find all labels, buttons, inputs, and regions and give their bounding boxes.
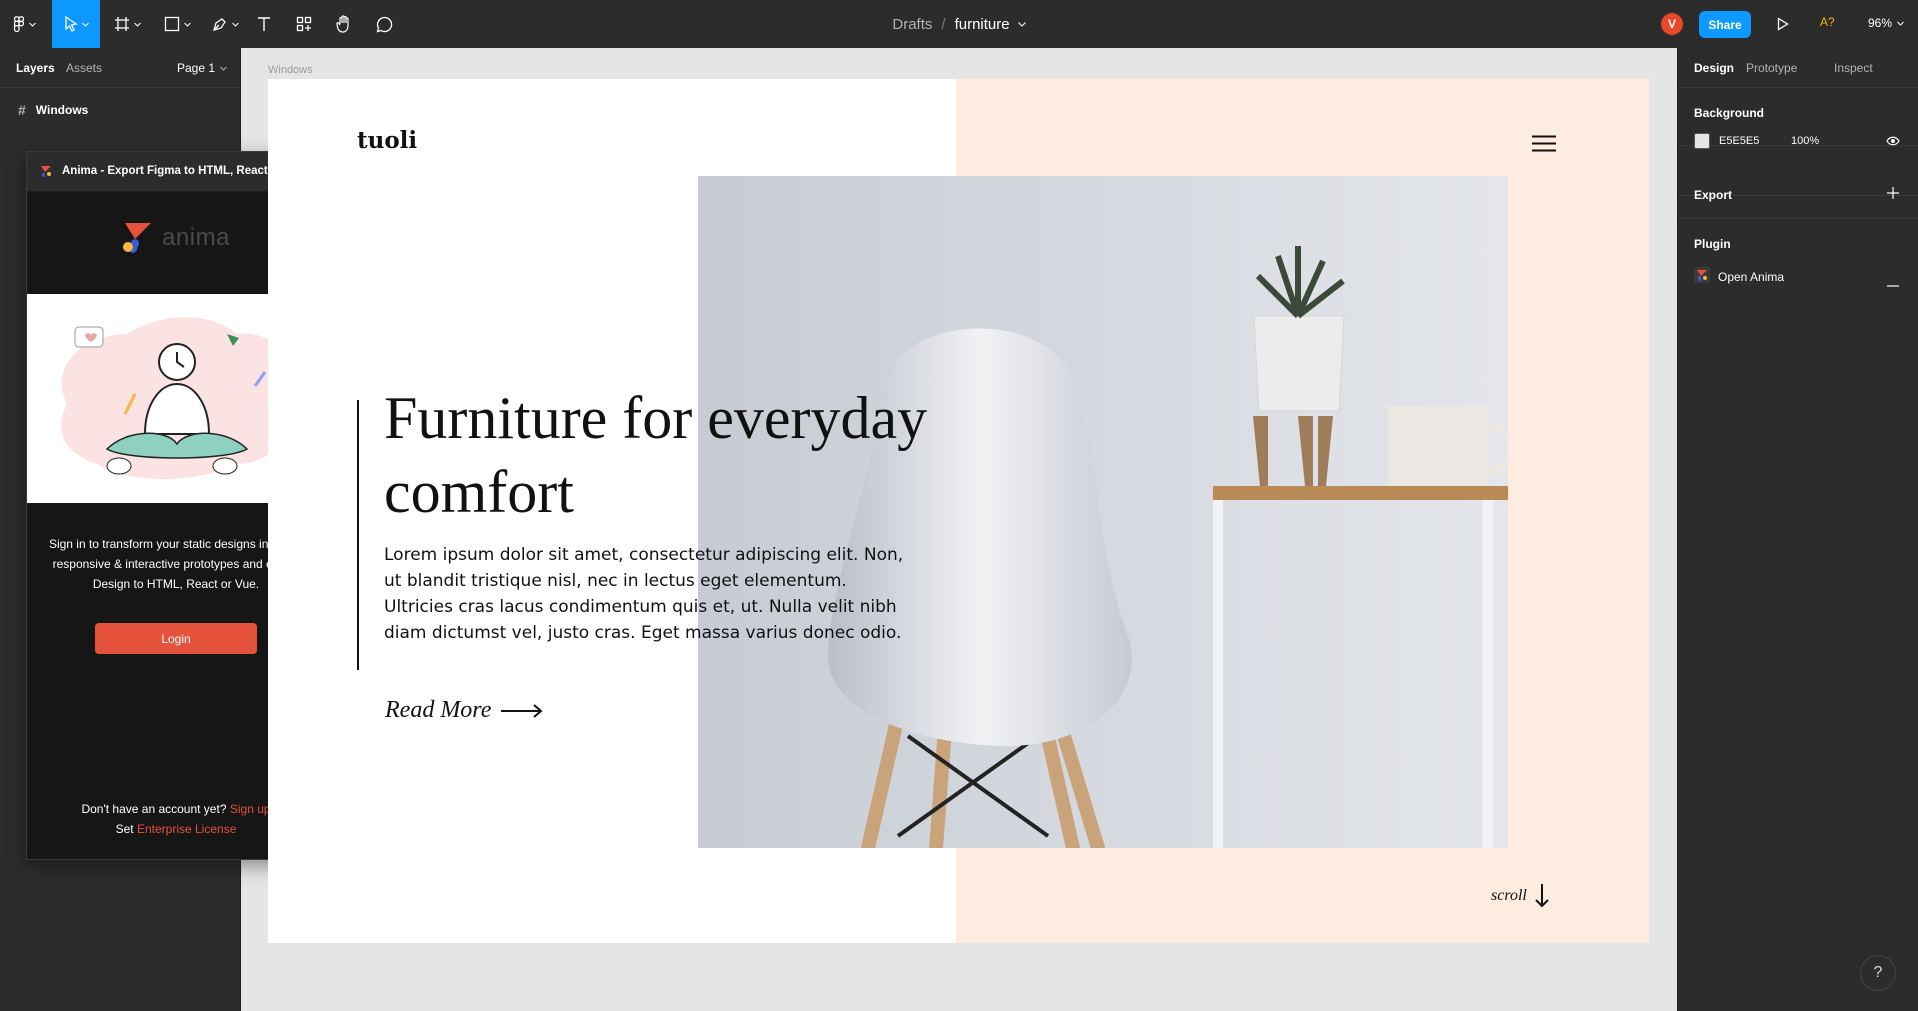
shape-tool-button[interactable] (158, 0, 196, 48)
chevron-down-icon (28, 22, 36, 27)
tab-assets[interactable]: Assets (66, 61, 102, 75)
anima-wordmark: anima (162, 224, 230, 251)
chevron-down-icon (81, 22, 89, 27)
zoom-level: 96% (1868, 16, 1893, 30)
frame-label[interactable]: Windows (268, 64, 313, 76)
text-tool-button[interactable] (252, 0, 276, 48)
text-icon (258, 17, 270, 31)
background-title: Background (1694, 106, 1765, 120)
brand-logo[interactable]: tuoli (357, 127, 417, 154)
rectangle-icon (164, 16, 179, 32)
tab-prototype[interactable]: Prototype (1746, 61, 1797, 75)
login-button[interactable]: Login (95, 623, 257, 654)
comment-tool-button[interactable] (372, 0, 396, 48)
chevron-down-icon (133, 22, 141, 27)
remove-plugin-icon[interactable] (1886, 274, 1900, 292)
chevron-down-icon[interactable] (1017, 21, 1026, 27)
divider (1678, 218, 1918, 219)
plugin-name: Open Anima (1718, 269, 1785, 284)
open-anima-plugin[interactable]: Open Anima (1694, 267, 1784, 286)
layer-name: Windows (35, 103, 89, 117)
hero-headline: Furniture for everyday comfort (384, 385, 928, 525)
anima-logo-icon (1694, 267, 1710, 286)
components-icon (296, 16, 312, 32)
chevron-down-icon (220, 66, 227, 71)
arrow-down-icon (1535, 884, 1549, 908)
scroll-label: scroll (1491, 887, 1527, 904)
move-tool-button[interactable] (52, 0, 100, 48)
enterprise-license-link[interactable]: Enterprise License (137, 822, 236, 836)
read-more-label: Read More (385, 697, 492, 723)
hand-tool-button[interactable] (332, 0, 356, 48)
help-button[interactable]: ? (1860, 955, 1896, 991)
chevron-down-icon (231, 22, 239, 27)
breadcrumb-separator: / (941, 15, 946, 33)
set-text: Set (115, 822, 134, 836)
frame-icon (114, 17, 129, 31)
plugin-title: Anima - Export Figma to HTML, React & ..… (62, 165, 293, 177)
tab-inspect[interactable]: Inspect (1834, 61, 1873, 75)
page-selector-label: Page 1 (177, 61, 216, 75)
user-avatar[interactable]: V (1661, 13, 1683, 35)
page-selector[interactable]: Page 1 (177, 61, 227, 75)
right-panel: Design Prototype Inspect Background E5E5… (1677, 48, 1918, 1011)
frame-hash-icon: # (18, 102, 26, 118)
present-button[interactable] (1773, 14, 1793, 34)
tab-design[interactable]: Design (1694, 61, 1734, 75)
move-icon (64, 16, 78, 32)
hand-icon (336, 15, 349, 33)
windows-frame[interactable]: tuoli Furniture for everyday comfort Lor… (268, 79, 1649, 943)
read-more-link[interactable]: Read More (385, 697, 543, 724)
anima-logo-icon (40, 165, 53, 183)
top-toolbar: Drafts / furniture V Share A? 96% (0, 0, 1918, 48)
hamburger-menu-icon[interactable] (1532, 135, 1556, 157)
signup-link[interactable]: Sign up (230, 802, 271, 816)
figma-logo-icon (13, 16, 24, 32)
background-section: Background E5E5E5 100% (1678, 88, 1918, 149)
export-title: Export (1694, 188, 1733, 202)
layer-item-windows[interactable]: # Windows (0, 94, 240, 126)
share-button[interactable]: Share (1699, 11, 1751, 38)
main-menu-button[interactable] (6, 0, 42, 48)
chevron-down-icon (1897, 21, 1904, 26)
right-panel-tabs: Design Prototype Inspect (1678, 48, 1918, 88)
pen-icon (212, 18, 226, 31)
scroll-hint[interactable]: scroll (1491, 884, 1549, 908)
anima-logo-mark-icon (123, 223, 152, 253)
plugin-title: Plugin (1694, 237, 1731, 251)
accent-vertical-line (357, 400, 359, 670)
hero-body-text: Lorem ipsum dolor sit amet, consectetur … (384, 545, 904, 643)
frame-tool-button[interactable] (108, 0, 146, 48)
components-tool-button[interactable] (292, 0, 316, 48)
pen-tool-button[interactable] (206, 0, 244, 48)
tab-layers[interactable]: Layers (16, 61, 55, 75)
breadcrumb-drafts[interactable]: Drafts (892, 16, 932, 33)
left-panel-tabs: Layers Assets Page 1 (0, 48, 240, 88)
zoom-dropdown[interactable]: 96% (1868, 16, 1904, 30)
no-account-text: Don't have an account yet? (81, 802, 227, 816)
chevron-down-icon (183, 22, 191, 27)
accessibility-check-button[interactable]: A? (1820, 15, 1835, 29)
comment-icon (376, 16, 392, 32)
arrow-right-icon (501, 703, 543, 718)
add-export-icon[interactable] (1886, 186, 1900, 205)
breadcrumb: Drafts / furniture (0, 0, 1918, 48)
file-name[interactable]: furniture (955, 16, 1010, 33)
play-icon (1777, 17, 1789, 31)
